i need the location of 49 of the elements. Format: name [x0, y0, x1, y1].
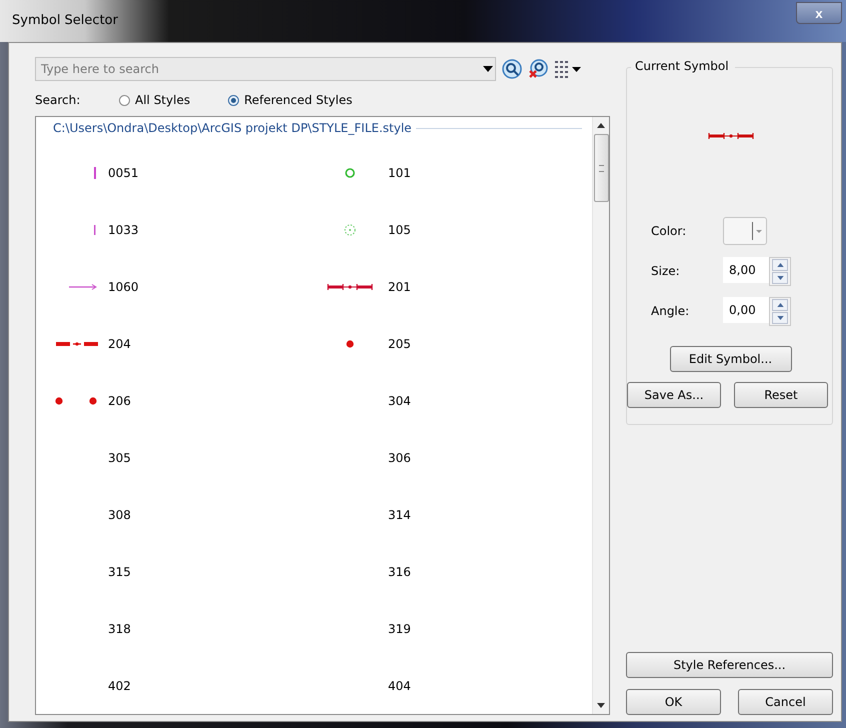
- scroll-down-icon[interactable]: [597, 703, 605, 708]
- radio-icon[interactable]: [119, 94, 130, 106]
- symbol-name[interactable]: 402: [108, 678, 131, 692]
- symbol-name[interactable]: 1060: [108, 280, 139, 294]
- symbol-name[interactable]: 105: [388, 222, 411, 236]
- dialog-button[interactable]: Save As...: [627, 382, 721, 408]
- list-view-icon[interactable]: [554, 59, 582, 79]
- symbol-name[interactable]: 201: [388, 280, 411, 294]
- number-field[interactable]: 8,00: [723, 256, 769, 282]
- symbol-name[interactable]: 1033: [108, 222, 139, 236]
- symbol-name[interactable]: 319: [388, 622, 411, 636]
- radio-icon[interactable]: [228, 94, 240, 106]
- dialog-button[interactable]: Cancel: [738, 689, 833, 715]
- spin-buttons[interactable]: [769, 256, 791, 286]
- symbol-name[interactable]: 205: [388, 336, 411, 350]
- field-label: Color:: [651, 224, 688, 238]
- edit-symbol-button[interactable]: Edit Symbol...: [670, 346, 792, 372]
- dialog-button[interactable]: Reset: [734, 382, 828, 408]
- spin-buttons[interactable]: [769, 296, 791, 326]
- symbol-name[interactable]: 308: [108, 508, 131, 522]
- symbol-name[interactable]: 304: [388, 394, 411, 408]
- number-field[interactable]: 0,00: [723, 296, 769, 322]
- symbol-name[interactable]: 315: [108, 564, 131, 578]
- window-title: Symbol Selector: [12, 13, 118, 28]
- field-label: Angle:: [651, 304, 690, 318]
- symbol-name[interactable]: 305: [108, 450, 131, 464]
- symbol-name[interactable]: 314: [388, 508, 411, 522]
- scrollbar[interactable]: [592, 117, 609, 714]
- search-icon[interactable]: [502, 59, 522, 79]
- symbol-name[interactable]: 318: [108, 622, 131, 636]
- symbol-name[interactable]: 0051: [108, 166, 139, 180]
- color-dropdown[interactable]: [723, 217, 767, 245]
- symbol-name[interactable]: 206: [108, 394, 131, 408]
- radio-button[interactable]: All Styles: [119, 93, 190, 107]
- scroll-up-icon[interactable]: [597, 123, 605, 128]
- field-label: Size:: [651, 264, 681, 278]
- search-label: Search:: [35, 93, 82, 107]
- group-title: Current Symbol: [631, 59, 735, 73]
- symbol-name[interactable]: 204: [108, 336, 131, 350]
- symbol-name[interactable]: 316: [388, 564, 411, 578]
- style-file-path: C:\Users\Ondra\Desktop\ArcGIS projekt DP\STYLE_FILE.style: [52, 121, 412, 135]
- dialog-button[interactable]: OK: [626, 689, 721, 715]
- style-references-button[interactable]: Style References...: [626, 652, 833, 678]
- clear-search-icon[interactable]: [528, 59, 548, 79]
- symbol-name[interactable]: 306: [388, 450, 411, 464]
- radio-button[interactable]: Referenced Styles: [228, 93, 352, 107]
- symbol-name[interactable]: 101: [388, 166, 411, 180]
- symbol-name[interactable]: 404: [388, 678, 411, 692]
- scroll-thumb[interactable]: [594, 134, 608, 202]
